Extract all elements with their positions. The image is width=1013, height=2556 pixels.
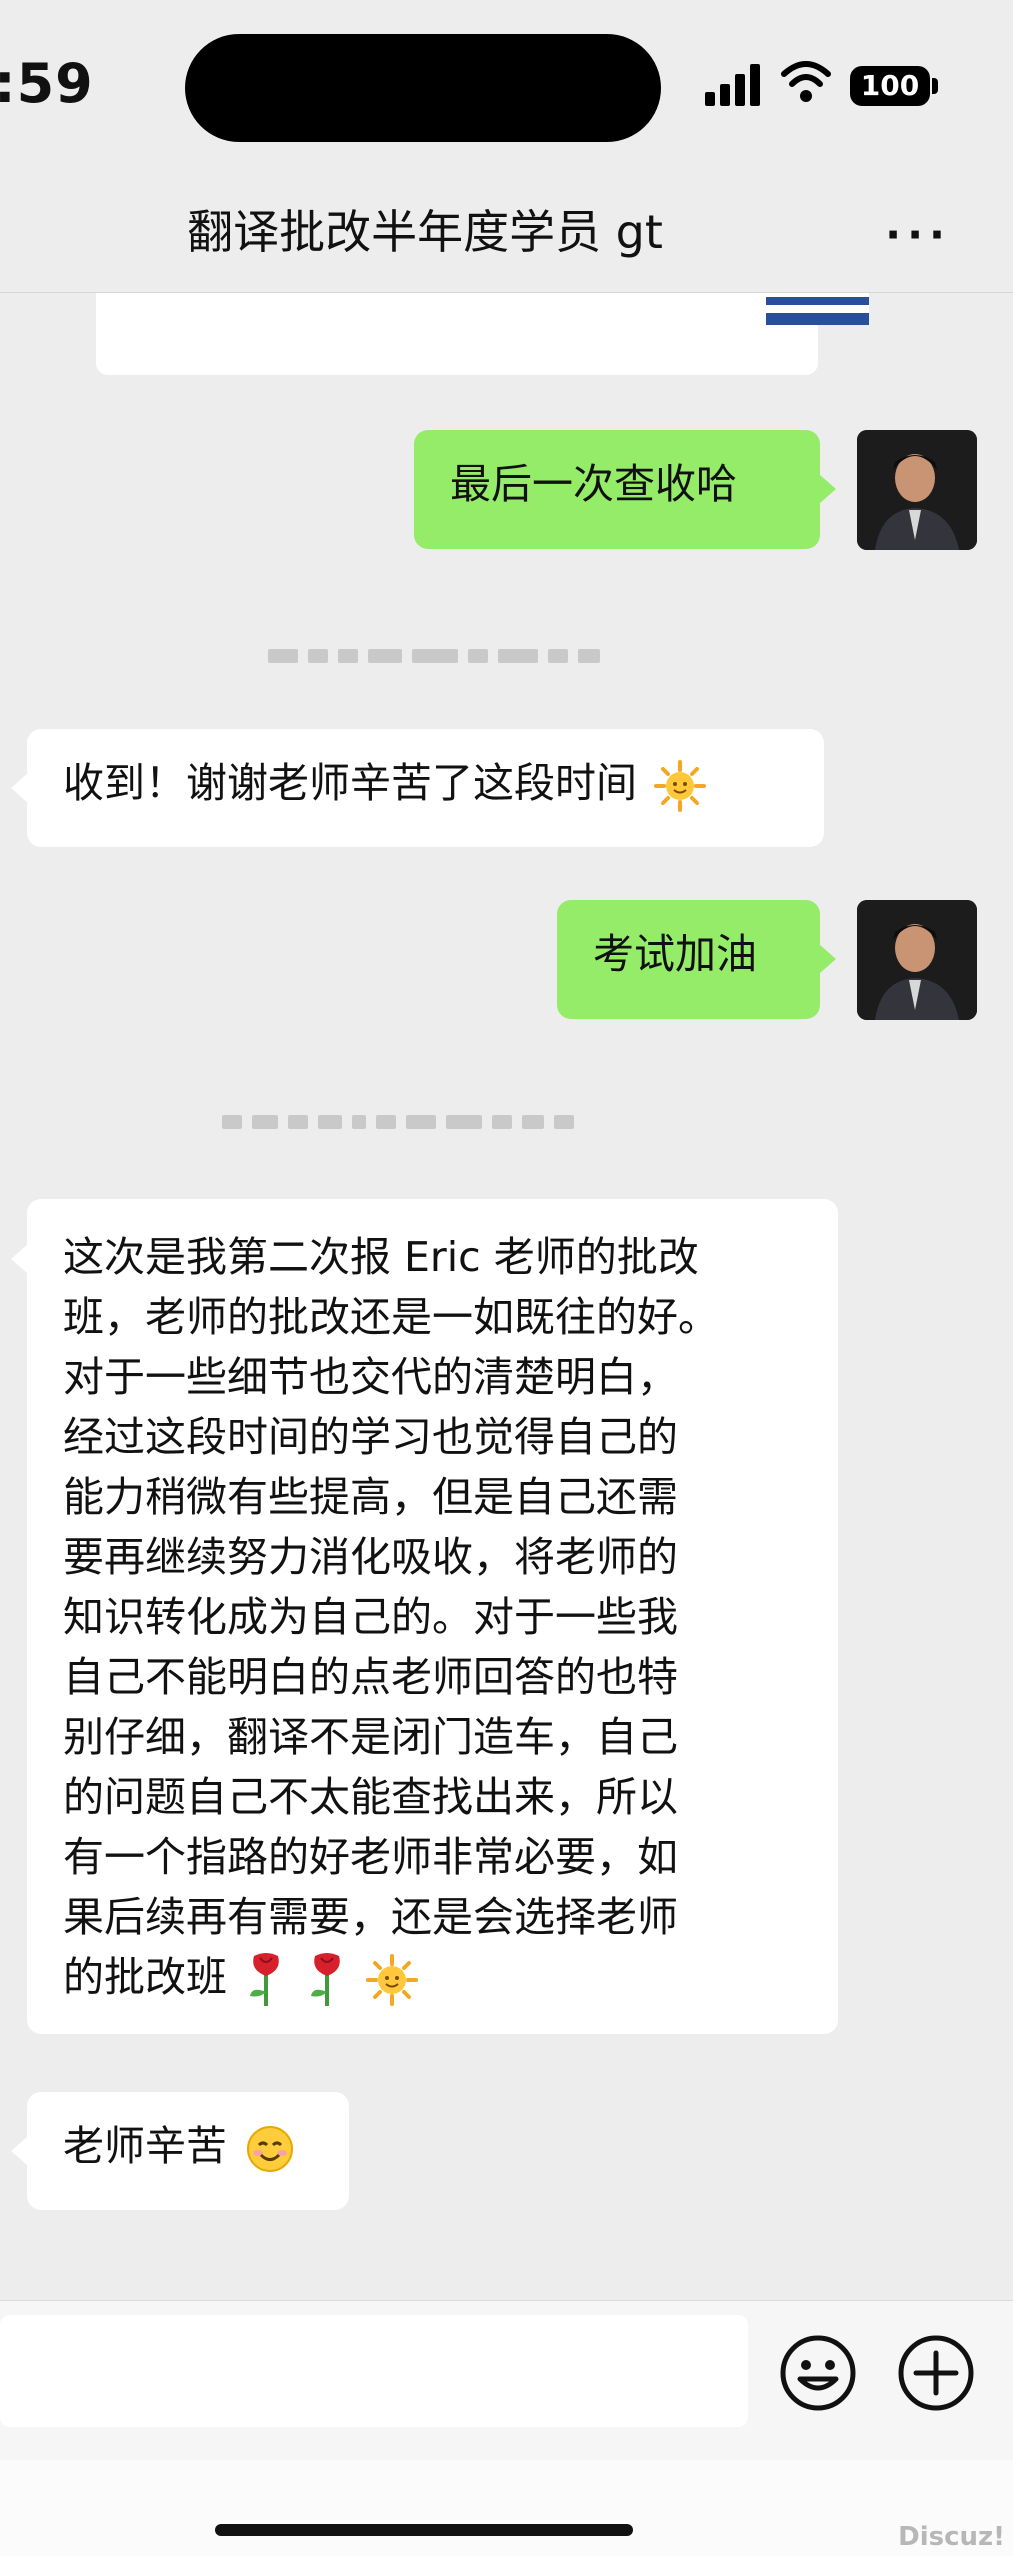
chat-title: 翻译批改半年度学员 gt	[187, 205, 663, 259]
more-functions-plus-icon[interactable]	[896, 2333, 976, 2413]
message-line: 知识转化成为自己的。对于一些我	[63, 1593, 678, 1641]
message-text: 收到！谢谢老师辛苦了这段时间	[63, 759, 637, 807]
message-line: 这次是我第二次报 Eric 老师的批改	[63, 1233, 699, 1281]
message-line: 对于一些细节也交代的清楚明白，	[63, 1353, 678, 1401]
emoji-picker-icon[interactable]	[778, 2333, 858, 2413]
dynamic-island	[185, 34, 661, 142]
chat-messages[interactable]: 最后一次查收哈 收到！谢谢老师辛苦了这段时间 考试加油 这次是我第二次报 Eri…	[0, 293, 1013, 2293]
cellular-signal-icon	[705, 64, 760, 106]
battery-indicator: 100	[850, 66, 930, 106]
bubble-tail	[11, 1245, 27, 1273]
message-line: 能力稍微有些提高，但是自己还需	[63, 1473, 678, 1521]
message-bubble-incoming-long[interactable]: 这次是我第二次报 Eric 老师的批改 班，老师的批改还是一如既往的好。 对于一…	[27, 1199, 838, 2034]
chat-header: 翻译批改半年度学员 gt ···	[0, 180, 1013, 293]
watermark: Discuz!	[898, 2522, 1005, 2552]
message-timestamp-blurred	[268, 645, 600, 667]
home-indicator[interactable]	[215, 2524, 633, 2536]
message-bubble-outgoing[interactable]: 最后一次查收哈	[414, 430, 820, 549]
message-bubble-outgoing[interactable]: 考试加油	[557, 900, 820, 1019]
message-line: 的批改班	[63, 1953, 227, 2001]
message-line: 自己不能明白的点老师回答的也特	[63, 1653, 678, 1701]
rose-emoji-icon	[311, 1953, 340, 2006]
message-line: 有一个指路的好老师非常必要，如	[63, 1833, 678, 1881]
sun-emoji-icon	[654, 760, 707, 812]
wifi-icon	[781, 61, 831, 102]
message-line: 要再继续努力消化吸收，将老师的	[63, 1533, 678, 1581]
message-text: 考试加油	[593, 930, 757, 978]
message-bubble-incoming[interactable]: 收到！谢谢老师辛苦了这段时间	[27, 729, 824, 847]
message-line: 经过这段时间的学习也觉得自己的	[63, 1413, 678, 1461]
bubble-tail	[820, 475, 836, 503]
message-bubble-incoming[interactable]: 老师辛苦	[27, 2092, 349, 2210]
rose-emoji-icon	[250, 1953, 279, 2006]
more-options-icon[interactable]: ···	[885, 214, 951, 256]
message-input[interactable]	[0, 2315, 748, 2427]
message-line-last: 的批改班	[63, 1947, 802, 2008]
smiling-face-emoji-icon	[247, 2126, 294, 2172]
card-image-fragment	[766, 293, 869, 325]
message-line: 果后续再有需要，还是会选择老师	[63, 1893, 678, 1941]
message-line: 班，老师的批改还是一如既往的好。	[63, 1293, 719, 1341]
status-time: :59	[0, 52, 94, 115]
avatar-photo	[857, 900, 977, 1020]
sun-emoji-icon	[366, 1954, 419, 2006]
avatar[interactable]	[857, 900, 977, 1020]
message-timestamp-blurred	[222, 1111, 574, 1133]
status-bar: :59 100	[0, 0, 1013, 180]
avatar-photo	[857, 430, 977, 550]
bubble-tail	[820, 945, 836, 973]
message-line: 别仔细，翻译不是闭门造车，自己	[63, 1713, 678, 1761]
message-line: 的问题自己不太能查找出来，所以	[63, 1773, 678, 1821]
message-text: 最后一次查收哈	[450, 460, 737, 508]
message-input-bar	[0, 2300, 1013, 2461]
avatar[interactable]	[857, 430, 977, 550]
home-area: Discuz!	[0, 2460, 1013, 2556]
battery-tip	[932, 78, 938, 94]
bubble-tail	[11, 2137, 27, 2165]
bubble-tail	[11, 774, 27, 802]
shared-card-preview[interactable]	[96, 293, 869, 375]
message-text: 老师辛苦	[63, 2122, 227, 2170]
